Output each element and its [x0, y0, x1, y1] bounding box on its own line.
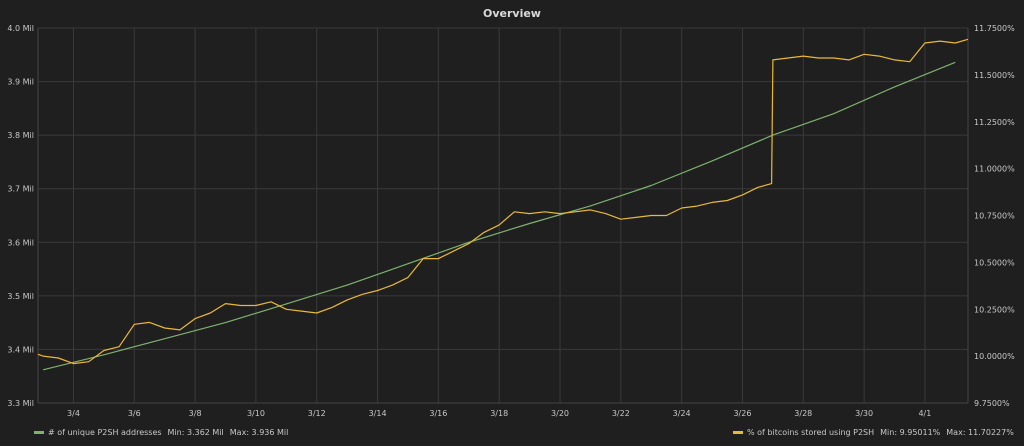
y-right-tick-label: 10.0000%	[974, 352, 1015, 361]
legend-item-bitcoin-percent[interactable]: % of bitcoins stored using P2SH Min: 9.9…	[733, 428, 1014, 437]
y-right-tick-label: 10.2500%	[974, 305, 1015, 314]
y-left-tick-label: 3.4 Mil	[7, 345, 34, 354]
x-tick-label: 3/30	[855, 409, 873, 418]
x-tick-label: 3/14	[369, 409, 387, 418]
line-chart: 3.3 Mil 3.4 Mil 3.5 Mil 3.6 Mil 3.7 Mil 3.8 M…	[7, 24, 1015, 418]
y-right-tick-label: 10.5000%	[974, 258, 1015, 267]
y-right-tick-label: 11.0000%	[974, 165, 1015, 174]
y-right-tick-label: 10.7500%	[974, 212, 1015, 221]
chart-panel: Overview 3.3 Mil 3.4 Mil 3.5 Mil 3.6 Mil 3.7…	[0, 0, 1024, 446]
y-left-tick-label: 3.6 Mil	[7, 238, 34, 247]
x-tick-label: 3/12	[308, 409, 326, 418]
legend-swatch-yellow	[733, 431, 743, 434]
x-tick-label: 3/22	[612, 409, 630, 418]
x-tick-label: 3/4	[67, 409, 80, 418]
y-left-tick-label: 3.8 Mil	[7, 131, 34, 140]
y-right-tick-label: 11.7500%	[974, 24, 1015, 33]
y-left-tick-label: 3.5 Mil	[7, 292, 34, 301]
y-right-tick-label: 9.7500%	[974, 399, 1010, 408]
legend-min: Min: 9.95011%	[880, 428, 941, 437]
x-tick-label: 3/20	[551, 409, 569, 418]
x-tick-label: 3/10	[247, 409, 265, 418]
y-left-tick-label: 3.9 Mil	[7, 78, 34, 87]
legend-max: Max: 3.936 Mil	[229, 428, 289, 437]
y-right-tick-label: 11.5000%	[974, 71, 1015, 80]
legend-swatch-green	[34, 431, 44, 434]
x-tick-label: 3/6	[128, 409, 141, 418]
x-tick-label: 3/16	[429, 409, 447, 418]
x-tick-label: 3/26	[733, 409, 751, 418]
legend-min: Min: 3.362 Mil	[167, 428, 224, 437]
x-tick-label: 3/8	[189, 409, 202, 418]
y-right-tick-label: 11.2500%	[974, 118, 1015, 127]
x-tick-label: 3/18	[490, 409, 508, 418]
plot-area	[38, 28, 968, 403]
x-tick-label: 3/24	[673, 409, 691, 418]
legend-max: Max: 11.70227%	[946, 428, 1014, 437]
x-tick-label: 3/28	[794, 409, 812, 418]
legend-label: % of bitcoins stored using P2SH	[747, 428, 875, 437]
legend-item-p2sh-addresses[interactable]: # of unique P2SH addresses Min: 3.362 Mi…	[34, 428, 288, 437]
y-left-tick-label: 4.0 Mil	[7, 24, 34, 33]
legend-label: # of unique P2SH addresses	[48, 428, 162, 437]
y-left-tick-label: 3.3 Mil	[7, 399, 34, 408]
y-left-tick-label: 3.7 Mil	[7, 185, 34, 194]
x-tick-label: 4/1	[918, 409, 931, 418]
